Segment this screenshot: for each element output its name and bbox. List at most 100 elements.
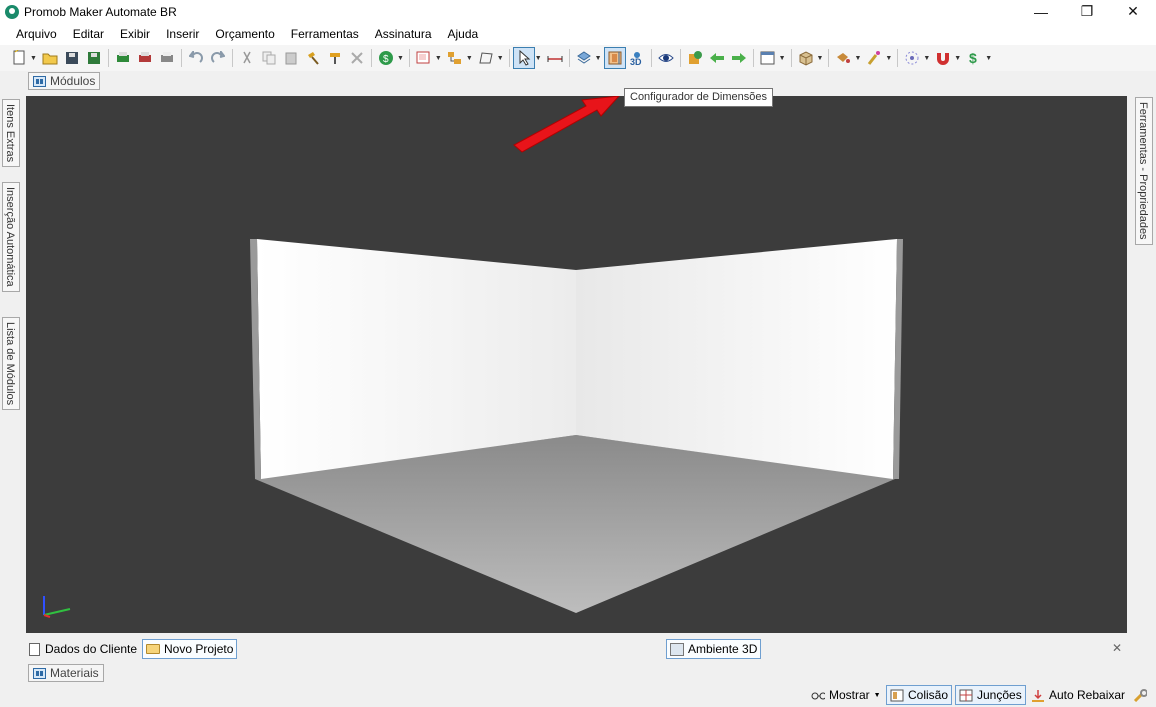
menu-assinatura[interactable]: Assinatura [367,27,440,41]
menu-orcamento[interactable]: Orçamento [207,27,282,41]
paint-bucket-icon[interactable] [833,48,853,68]
window-view-icon[interactable] [758,48,778,68]
eye-icon[interactable] [656,48,676,68]
tab-insercao-automatica[interactable]: Inserção Automática [2,182,20,292]
arrow-right-icon[interactable] [729,48,749,68]
new-file-icon[interactable] [9,48,29,68]
budget-dropdown-icon[interactable]: ▼ [397,55,404,62]
print-preview-icon[interactable] [135,48,155,68]
brush-dropdown-icon[interactable]: ▼ [885,55,892,62]
cut-icon[interactable] [237,48,257,68]
tab-modulos[interactable]: Módulos [28,72,101,90]
view-layout-dropdown-icon[interactable]: ▼ [435,55,442,62]
toolbar-separator [650,49,652,67]
bottom-tab-bar: Dados do Cliente Novo Projeto Ambiente 3… [22,638,1132,660]
module-tree-dropdown-icon[interactable]: ▼ [466,55,473,62]
menu-ajuda[interactable]: Ajuda [440,27,487,41]
tab-dados-do-cliente-label: Dados do Cliente [45,642,138,656]
delete-icon[interactable] [347,48,367,68]
axis-gizmo-icon [43,596,71,618]
render-icon[interactable] [685,48,705,68]
menu-editar[interactable]: Editar [65,27,112,41]
room-scene [43,96,903,618]
new-dropdown-icon[interactable]: ▼ [30,55,37,62]
paste-icon[interactable] [281,48,301,68]
toolbar-separator [568,49,570,67]
box-dropdown-icon[interactable]: ▼ [817,55,824,62]
window-controls: — ❐ ✕ [1018,0,1156,23]
view-3d-icon[interactable]: 3D [627,48,647,68]
undo-icon[interactable] [186,48,206,68]
box-icon[interactable] [796,48,816,68]
menu-arquivo[interactable]: Arquivo [8,27,65,41]
tab-insercao-automatica-label: Inserção Automática [4,187,16,287]
toolbar-separator [828,49,830,67]
tab-ambiente-3d[interactable]: Ambiente 3D [666,639,762,659]
joints-toggle[interactable]: Junções [955,685,1026,705]
arrow-left-icon[interactable] [707,48,727,68]
tools-wrench-button[interactable] [1130,685,1154,705]
save-icon[interactable] [62,48,82,68]
tab-materiais[interactable]: Materiais [28,664,104,682]
glasses-icon [811,692,825,699]
toolbar-separator [897,49,899,67]
select-dropdown-icon[interactable]: ▼ [535,55,542,62]
document-icon [29,642,40,656]
save-as-icon[interactable] [84,48,104,68]
close-window-button[interactable]: ✕ [1110,0,1156,23]
tab-ferramentas-propriedades[interactable]: Ferramentas - Propriedades [1135,97,1153,245]
view-layout-icon[interactable] [414,48,434,68]
close-tab-icon[interactable]: ✕ [1112,641,1122,655]
auto-lower-label: Auto Rebaixar [1049,688,1126,702]
bottom-panel-tab-row: Materiais [0,662,1156,684]
module-tree-icon[interactable] [445,48,465,68]
brush-icon[interactable] [864,48,884,68]
magnet-icon[interactable] [933,48,953,68]
show-menu-button[interactable]: Mostrar ▼ [808,685,884,705]
tab-itens-extras-label: Itens Extras [4,104,16,163]
measure-icon[interactable] [545,48,565,68]
collision-toggle[interactable]: Colisão [886,685,953,705]
svg-text:$: $ [383,54,389,65]
print-setup-icon[interactable] [157,48,177,68]
restore-button[interactable]: ❐ [1064,0,1110,23]
show-dropdown-icon: ▼ [873,691,881,699]
draw-shape-dropdown-icon[interactable]: ▼ [497,55,504,62]
budget-icon[interactable]: $ [376,48,396,68]
window-view-dropdown-icon[interactable]: ▼ [779,55,786,62]
tab-lista-de-modulos[interactable]: Lista de Módulos [2,317,20,411]
open-folder-icon[interactable] [40,48,60,68]
magnet-dropdown-icon[interactable]: ▼ [954,55,961,62]
layers-icon[interactable] [574,48,594,68]
hammer-icon[interactable] [303,48,323,68]
network-dropdown-icon[interactable]: ▼ [923,55,930,62]
price-icon[interactable]: $ [964,48,984,68]
dimension-configurator-icon[interactable] [603,47,626,69]
redo-icon[interactable] [208,48,228,68]
draw-shape-icon[interactable] [476,48,496,68]
print-icon[interactable] [113,48,133,68]
layers-dropdown-icon[interactable]: ▼ [595,55,602,62]
paint-bucket-dropdown-icon[interactable]: ▼ [854,55,861,62]
tab-novo-projeto[interactable]: Novo Projeto [142,639,238,659]
menu-exibir[interactable]: Exibir [112,27,158,41]
price-dropdown-icon[interactable]: ▼ [985,55,992,62]
menu-ferramentas[interactable]: Ferramentas [283,27,367,41]
minimize-button[interactable]: — [1018,0,1064,23]
auto-lower-toggle[interactable]: Auto Rebaixar [1028,685,1128,705]
select-cursor-icon[interactable] [512,47,535,69]
paint-roller-icon[interactable] [325,48,345,68]
tab-itens-extras[interactable]: Itens Extras [2,99,20,168]
tab-ambiente-3d-label: Ambiente 3D [688,642,758,656]
status-bar: Mostrar ▼ Colisão Junções Auto Rebaixar [0,684,1156,707]
auto-lower-icon [1032,689,1044,702]
tab-dados-do-cliente[interactable]: Dados do Cliente [26,639,140,659]
copy-icon[interactable] [259,48,279,68]
network-icon[interactable] [902,48,922,68]
viewport-3d[interactable] [26,96,1127,633]
app-logo-icon [5,4,19,19]
menu-inserir[interactable]: Inserir [158,27,207,41]
tab-lista-de-modulos-label: Lista de Módulos [4,322,16,406]
toolbar-separator [408,49,410,67]
wrench-icon [1133,688,1147,702]
